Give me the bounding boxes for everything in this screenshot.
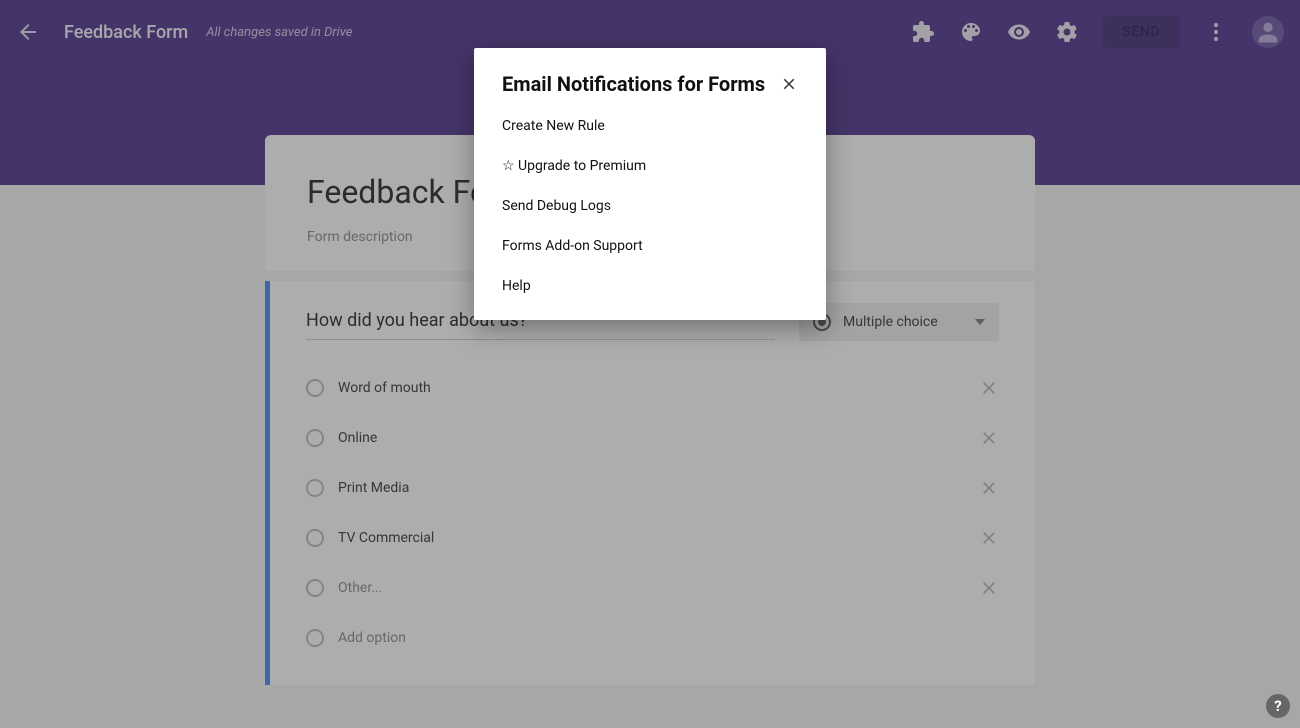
popup-menu-item[interactable]: Create New Rule [474, 106, 826, 146]
popup-menu-item[interactable]: Forms Add-on Support [474, 226, 826, 266]
popup-menu-item[interactable]: ☆ Upgrade to Premium [474, 146, 826, 186]
close-icon[interactable] [780, 75, 798, 93]
popup-menu-item[interactable]: Send Debug Logs [474, 186, 826, 226]
popup-title: Email Notifications for Forms [502, 72, 765, 96]
popup-menu-item[interactable]: Help [474, 266, 826, 306]
help-icon[interactable]: ? [1266, 694, 1290, 718]
addon-popup: Email Notifications for Forms Create New… [474, 48, 826, 320]
